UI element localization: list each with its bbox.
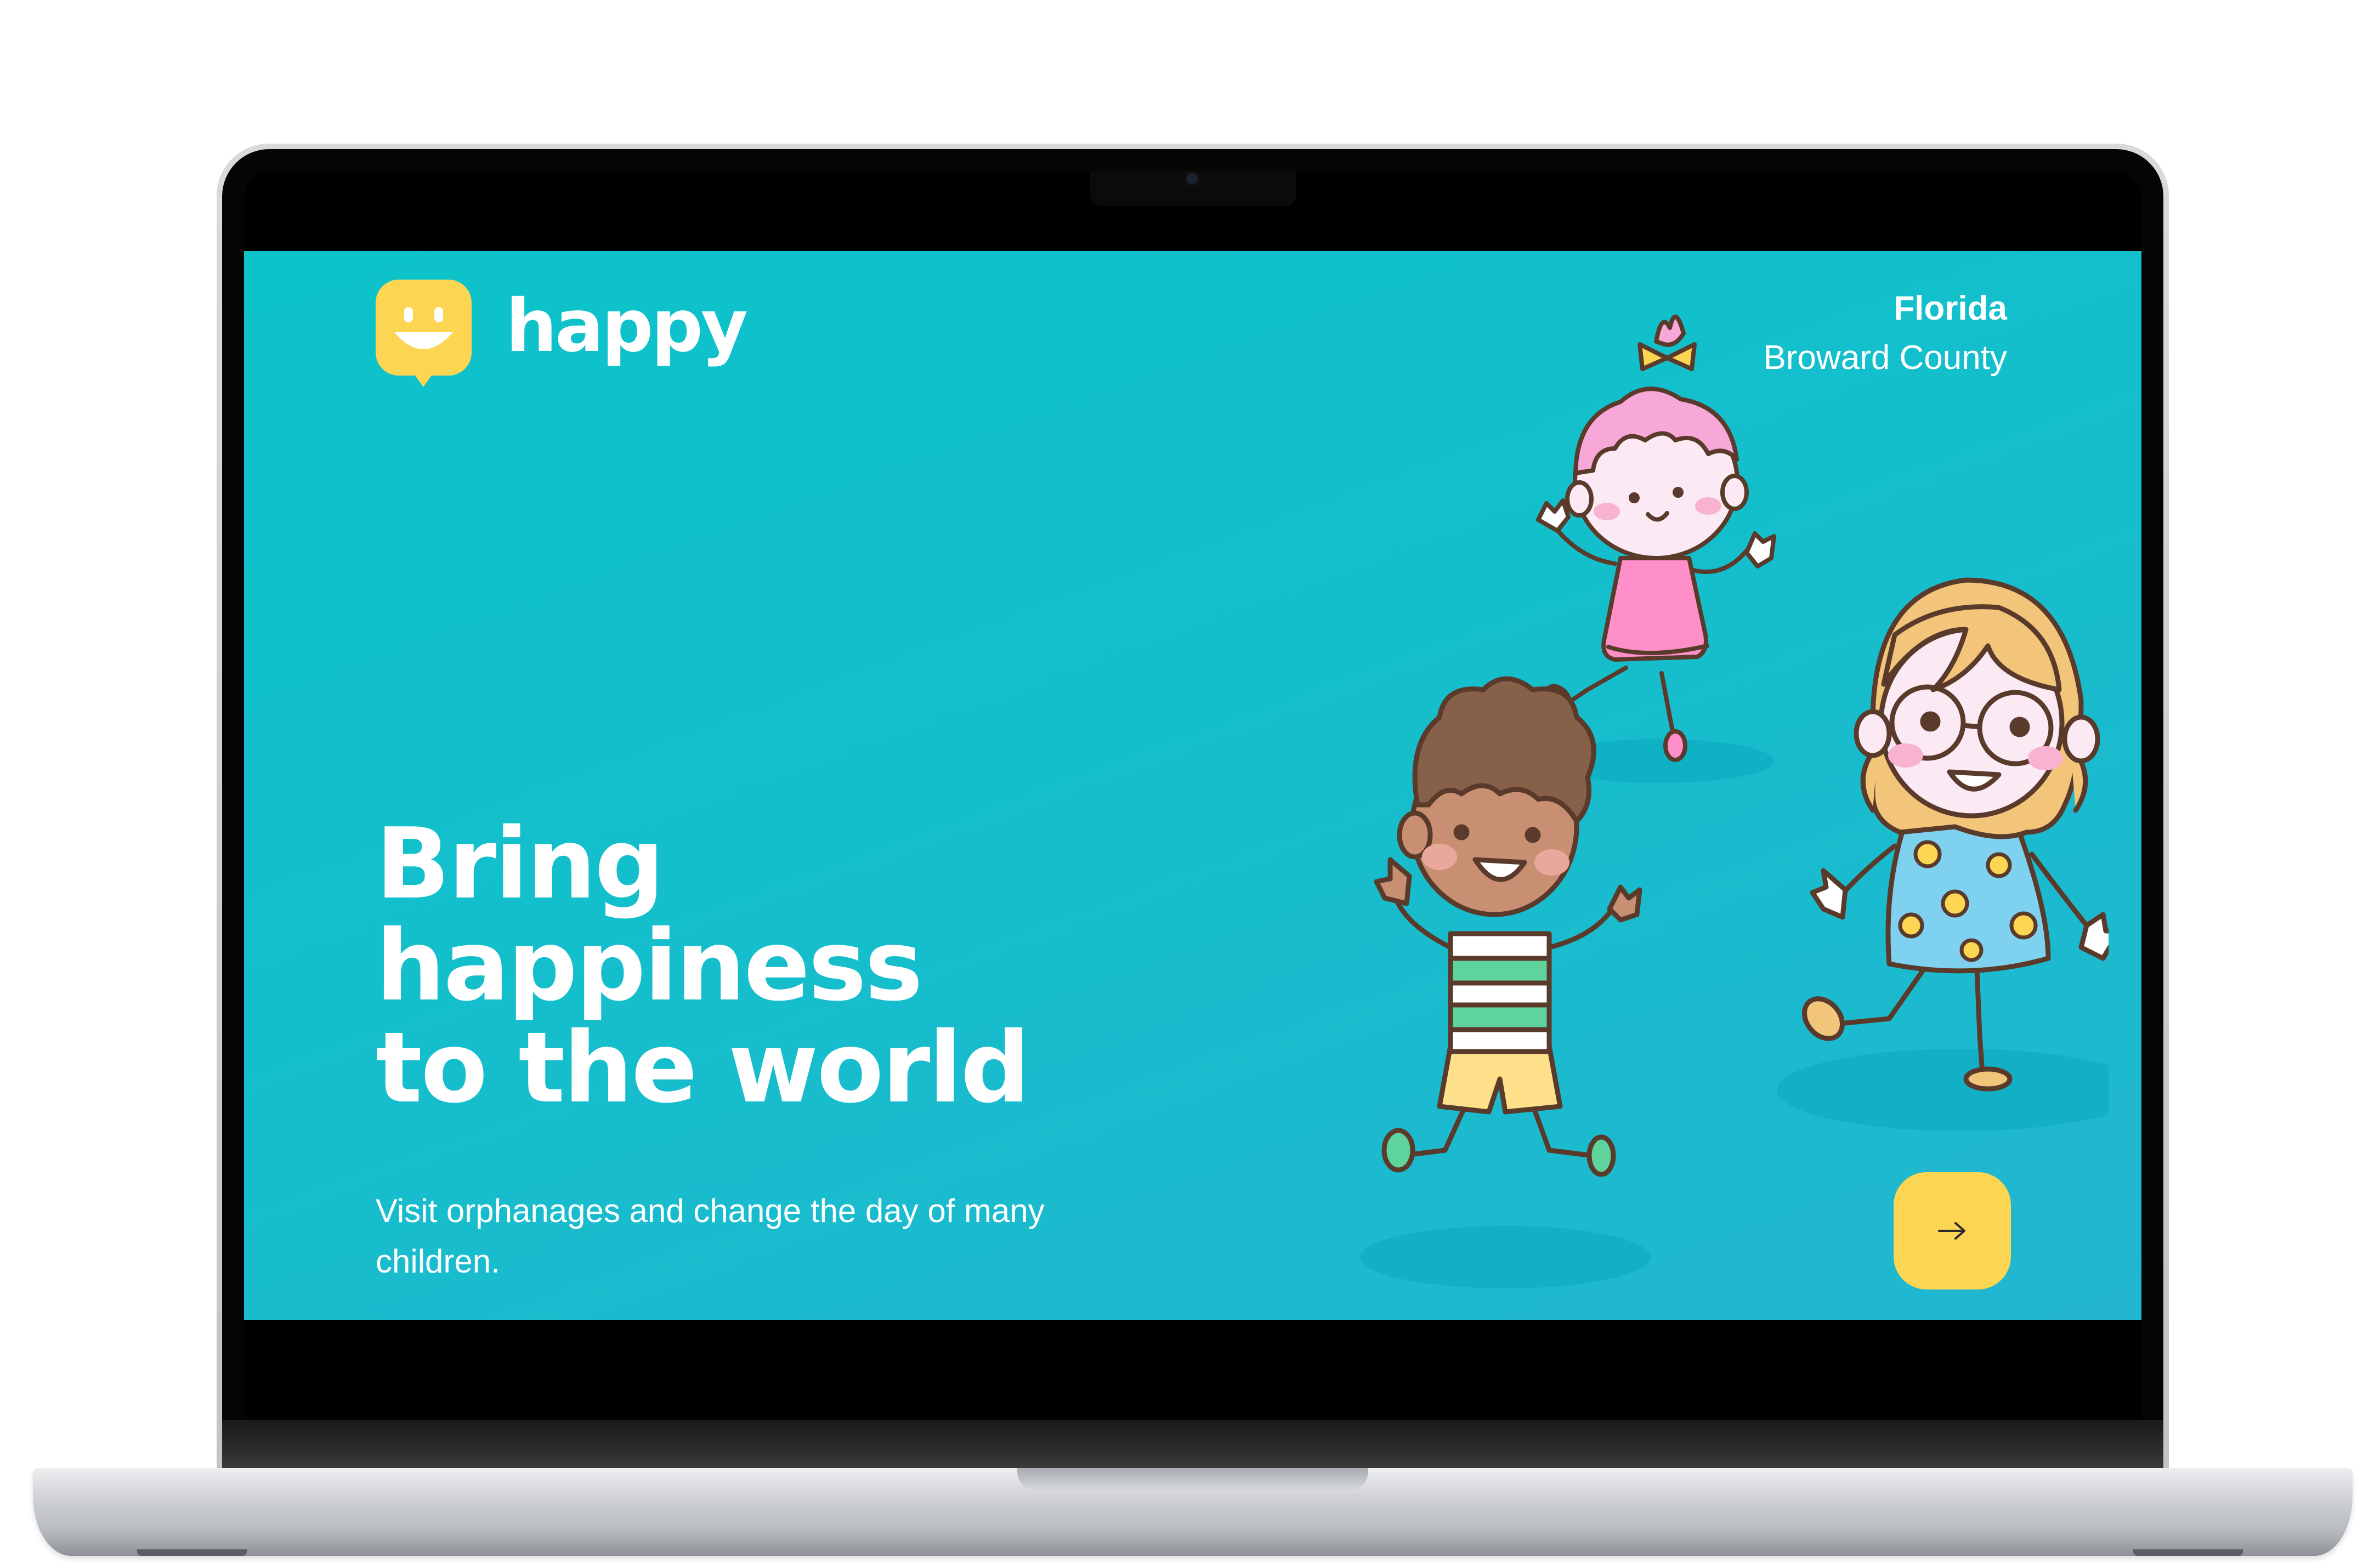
hero-title-line-2: happiness <box>376 909 923 1022</box>
hero-subtitle: Visit orphanages and change the day of m… <box>376 1192 1045 1280</box>
arrow-right-icon <box>1938 1222 1965 1240</box>
laptop-opening-notch <box>1017 1468 1368 1491</box>
logo[interactable]: happy <box>376 280 748 389</box>
logo-text: happy <box>506 284 748 368</box>
hero-title-line-1: Bring <box>376 807 665 921</box>
three-kids-illustration <box>1067 251 2141 1320</box>
hero-title: Bring happiness to the world <box>376 813 1143 1119</box>
website-screen: happy Florida Broward County Bring happi… <box>244 251 2141 1320</box>
laptop-hinge <box>222 1420 2163 1469</box>
next-arrow-button[interactable] <box>1894 1172 2011 1289</box>
smiley-speech-bubble-icon <box>376 280 472 389</box>
hero-title-line-3: to the world <box>376 1011 1030 1124</box>
laptop-foot-left <box>137 1549 247 1556</box>
laptop-foot-right <box>2133 1549 2243 1556</box>
camera-icon <box>1187 173 1198 184</box>
